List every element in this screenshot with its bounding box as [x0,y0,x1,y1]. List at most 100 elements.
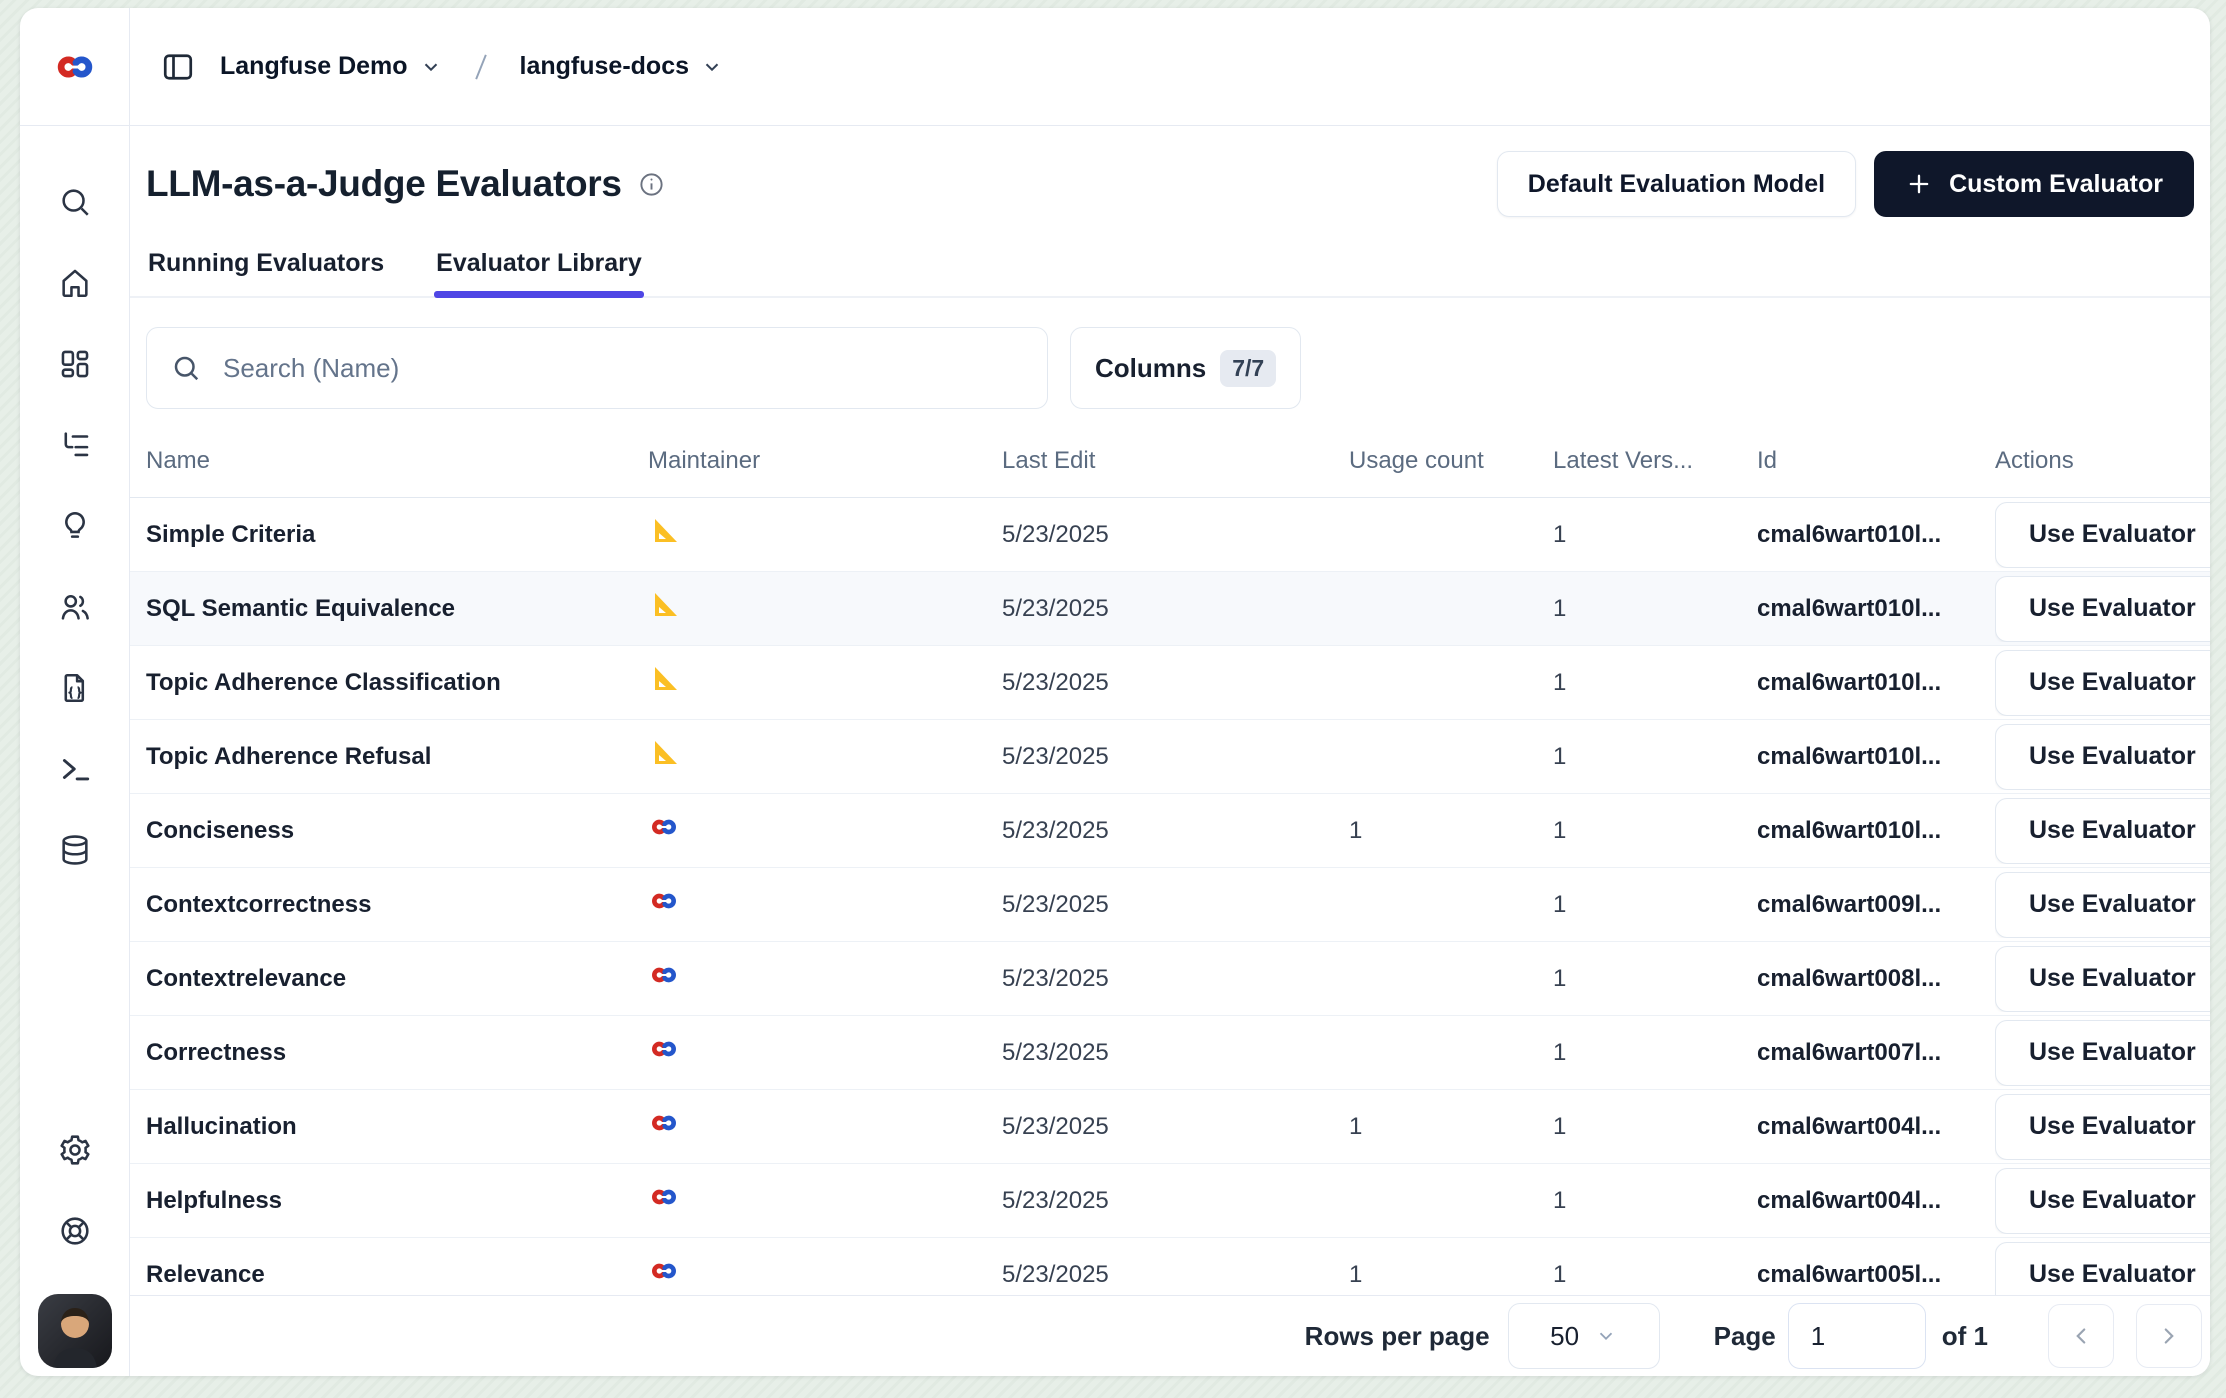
sidebar-item-settings[interactable] [57,1132,93,1168]
use-evaluator-button[interactable]: Use Evaluator [1995,798,2210,864]
latest-version-value: 1 [1553,965,1757,993]
ragas-maintainer-icon [648,590,678,620]
maintainer-cell [648,1255,1002,1294]
table-row[interactable]: SQL Semantic Equivalence 5/23/2025 1 cma… [130,572,2210,646]
plus-icon [1905,170,1933,198]
org-switcher[interactable]: Langfuse Demo [220,52,442,81]
use-evaluator-button[interactable]: Use Evaluator [1995,650,2210,716]
table-toolbar: Columns 7/7 [130,327,2210,409]
sidebar-item-users[interactable] [57,589,93,625]
column-header-id[interactable]: Id [1757,447,1995,475]
default-evaluation-model-button[interactable]: Default Evaluation Model [1497,151,1856,217]
use-evaluator-button[interactable]: Use Evaluator [1995,1094,2210,1160]
column-header-usage-count[interactable]: Usage count [1349,447,1553,475]
lightbulb-icon [58,509,92,543]
sidebar-item-prompts[interactable] [57,670,93,706]
search-box[interactable] [146,327,1048,409]
maintainer-cell [648,590,1002,627]
org-name: Langfuse Demo [220,52,408,81]
latest-version-value: 1 [1553,743,1757,771]
project-switcher[interactable]: langfuse-docs [520,52,723,81]
chevron-left-icon [2068,1323,2094,1349]
latest-version-value: 1 [1553,1039,1757,1067]
use-evaluator-button[interactable]: Use Evaluator [1995,724,2210,790]
search-input[interactable] [221,352,1023,385]
maintainer-cell [648,516,1002,553]
langfuse-maintainer-icon [648,959,680,991]
tab-running-evaluators[interactable]: Running Evaluators [146,237,386,296]
evaluator-name: Contextcorrectness [146,891,648,919]
page-header: LLM-as-a-Judge Evaluators Default Evalua… [130,126,2210,217]
sidebar-item-evaluation[interactable] [57,508,93,544]
sidebar-item-datasets[interactable] [57,832,93,868]
use-evaluator-button[interactable]: Use Evaluator [1995,576,2210,642]
tab-evaluator-library[interactable]: Evaluator Library [434,237,644,296]
last-edit-date: 5/23/2025 [1002,1113,1349,1141]
settings-gear-icon [58,1133,92,1167]
use-evaluator-button[interactable]: Use Evaluator [1995,502,2210,568]
evaluator-id: cmal6wart009l... [1757,891,1995,919]
latest-version-value: 1 [1553,521,1757,549]
latest-version-value: 1 [1553,1113,1757,1141]
table-row[interactable]: Topic Adherence Refusal 5/23/2025 1 cmal… [130,720,2210,794]
table-row[interactable]: Hallucination 5/23/2025 1 1 cmal6wart004… [130,1090,2210,1164]
table-row[interactable]: Conciseness 5/23/2025 1 1 cmal6wart010l.… [130,794,2210,868]
user-avatar[interactable] [38,1294,112,1368]
sidebar-item-search[interactable] [57,184,93,220]
table-body: Simple Criteria 5/23/2025 1 cmal6wart010… [130,498,2210,1295]
evaluator-id: cmal6wart004l... [1757,1187,1995,1215]
custom-evaluator-button[interactable]: Custom Evaluator [1874,151,2194,217]
column-header-actions: Actions [1995,447,2210,475]
rows-per-page-select[interactable]: 50 [1508,1303,1660,1369]
terminal-icon [58,752,92,786]
table-row[interactable]: Relevance 5/23/2025 1 1 cmal6wart005l...… [130,1238,2210,1295]
sidebar-item-dashboards[interactable] [57,346,93,382]
actions-cell: Use Evaluator [1995,946,2210,1012]
table-row[interactable]: Contextcorrectness 5/23/2025 1 cmal6wart… [130,868,2210,942]
column-header-last-edit[interactable]: Last Edit [1002,447,1349,475]
actions-cell: Use Evaluator [1995,1020,2210,1086]
latest-version-value: 1 [1553,595,1757,623]
actions-cell: Use Evaluator [1995,724,2210,790]
previous-page-button[interactable] [2048,1304,2114,1368]
langfuse-logo[interactable] [20,8,130,125]
langfuse-maintainer-icon [648,1181,680,1213]
last-edit-date: 5/23/2025 [1002,595,1349,623]
sidebar-item-tracing[interactable] [57,427,93,463]
column-header-latest-version[interactable]: Latest Vers... [1553,447,1757,475]
evaluator-name: Topic Adherence Refusal [146,743,648,771]
ragas-maintainer-icon [648,664,678,694]
table-row[interactable]: Topic Adherence Classification 5/23/2025… [130,646,2210,720]
evaluator-id: cmal6wart010l... [1757,521,1995,549]
sidebar-item-support[interactable] [57,1213,93,1249]
page-number-input[interactable] [1788,1303,1926,1369]
panel-left-icon [160,49,196,85]
actions-cell: Use Evaluator [1995,502,2210,568]
rows-per-page-value: 50 [1550,1321,1579,1352]
sidebar-item-home[interactable] [57,265,93,301]
database-icon [58,833,92,867]
info-icon[interactable] [638,171,665,198]
table-row[interactable]: Simple Criteria 5/23/2025 1 cmal6wart010… [130,498,2210,572]
table-row[interactable]: Helpfulness 5/23/2025 1 cmal6wart004l...… [130,1164,2210,1238]
table-row[interactable]: Correctness 5/23/2025 1 cmal6wart007l...… [130,1016,2210,1090]
evaluator-id: cmal6wart007l... [1757,1039,1995,1067]
evaluator-name: Hallucination [146,1113,648,1141]
evaluator-id: cmal6wart010l... [1757,817,1995,845]
columns-button[interactable]: Columns 7/7 [1070,327,1301,409]
sidebar-toggle-button[interactable] [160,49,196,85]
column-header-name[interactable]: Name [146,447,648,475]
maintainer-cell [648,1033,1002,1072]
use-evaluator-button[interactable]: Use Evaluator [1995,1168,2210,1234]
actions-cell: Use Evaluator [1995,1094,2210,1160]
use-evaluator-button[interactable]: Use Evaluator [1995,872,2210,938]
next-page-button[interactable] [2136,1304,2202,1368]
ragas-maintainer-icon [648,738,678,768]
use-evaluator-button[interactable]: Use Evaluator [1995,1242,2210,1296]
use-evaluator-button[interactable]: Use Evaluator [1995,1020,2210,1086]
sidebar-item-playground[interactable] [57,751,93,787]
use-evaluator-button[interactable]: Use Evaluator [1995,946,2210,1012]
column-header-maintainer[interactable]: Maintainer [648,447,1002,475]
table-row[interactable]: Contextrelevance 5/23/2025 1 cmal6wart00… [130,942,2210,1016]
evaluator-name: Simple Criteria [146,521,648,549]
